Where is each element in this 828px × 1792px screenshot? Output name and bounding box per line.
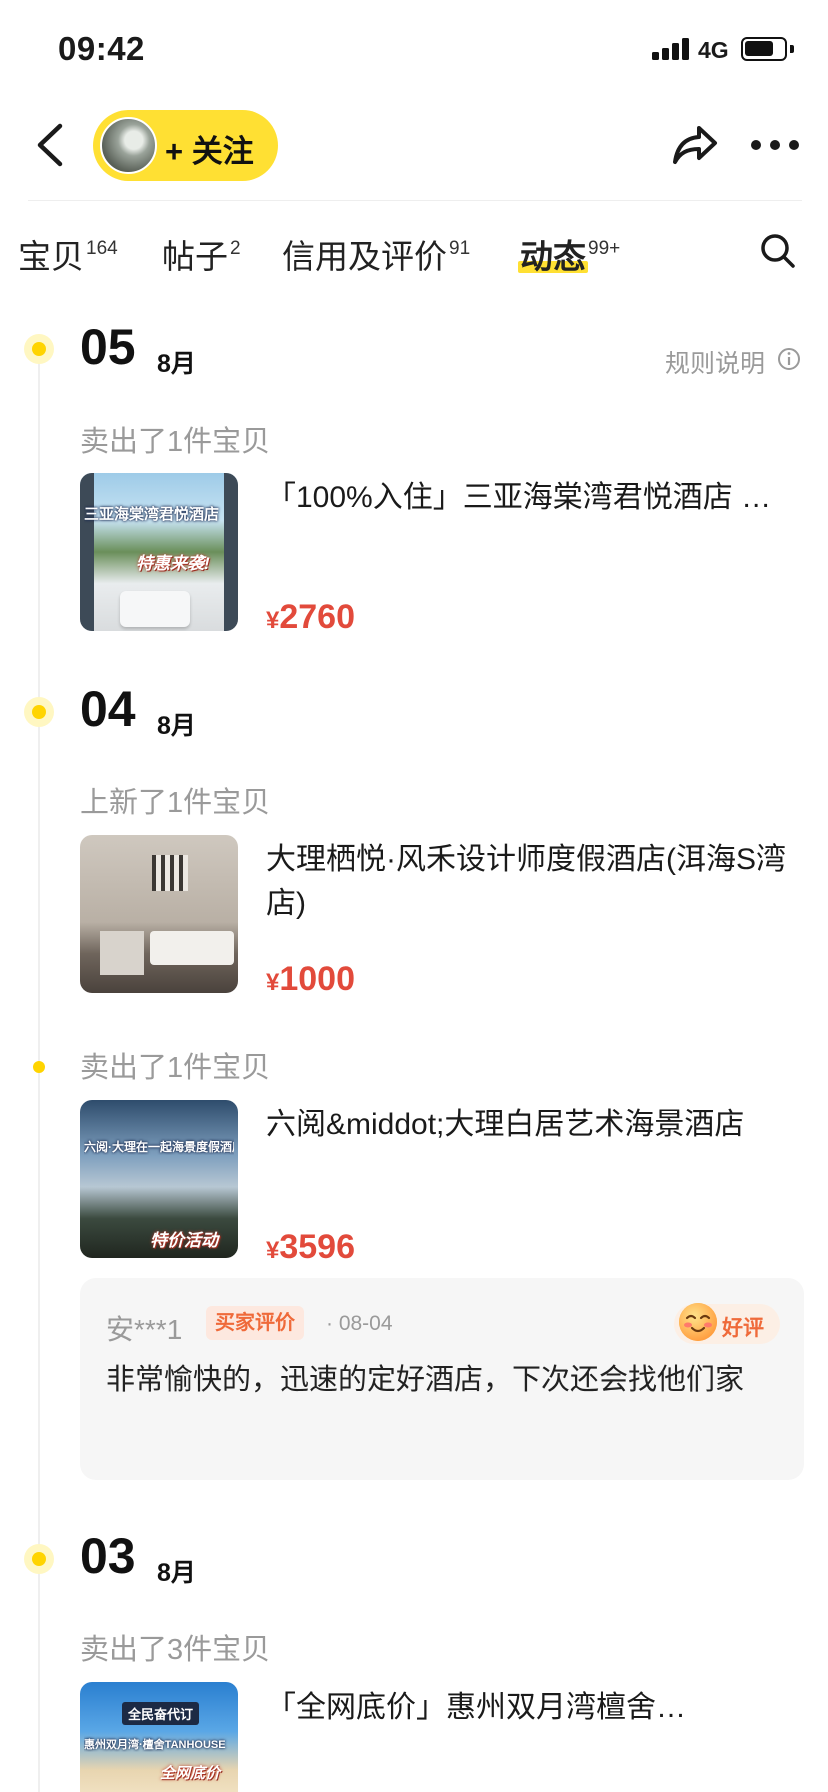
status-bar: 09:42 4G [0, 0, 828, 100]
review-tag: 买家评价 [206, 1306, 304, 1340]
thumbnail-badge: 全网底价 [160, 1765, 221, 1782]
review-date: · 08-04 [326, 1312, 393, 1335]
tab-count: 2 [230, 238, 241, 259]
date-month: 8月 [157, 712, 196, 740]
tab-label: 动态 [520, 238, 586, 275]
signal-icon [652, 38, 690, 60]
tab-count: 164 [86, 238, 118, 259]
rules-link[interactable]: 规则说明 [665, 344, 765, 380]
tab-posts[interactable]: 帖子 2 [162, 230, 241, 278]
share-icon[interactable] [671, 122, 719, 168]
price-currency: ¥ [266, 969, 280, 996]
header: + 关注 [0, 100, 828, 200]
date-day: 03 [80, 1528, 136, 1584]
date-month: 8月 [157, 1559, 196, 1587]
timeline-dot [24, 334, 54, 364]
battery-icon [741, 37, 787, 61]
price-currency: ¥ [266, 1237, 280, 1264]
product-thumbnail[interactable]: 六阅·大理在一起海景度假酒店 特价活动 [80, 1100, 238, 1258]
follow-label: + 关注 [165, 134, 254, 169]
date-day: 05 [80, 319, 136, 375]
price-value: 1000 [279, 960, 355, 998]
tab-activity[interactable]: 动态 99+ [520, 230, 828, 278]
event-label: 上新了1件宝贝 [80, 787, 271, 819]
thumbnail-caption: 六阅·大理在一起海景度假酒店 [84, 1140, 234, 1154]
item-title[interactable]: 「100%入住」三亚海棠湾君悦酒店 … [266, 476, 810, 520]
info-icon[interactable] [777, 347, 801, 371]
date-month: 8月 [157, 350, 196, 378]
item-title[interactable]: 六阅&middot;大理白居艺术海景酒店 [266, 1103, 810, 1147]
item-price: ¥2760 [266, 598, 355, 637]
tab-reviews[interactable]: 信用及评价 91 [282, 230, 470, 278]
product-thumbnail[interactable]: 三亚海棠湾君悦酒店 特惠来袭! [80, 473, 238, 631]
product-thumbnail[interactable]: 全民奋代订 惠州双月湾·檀舍TANHOUSE 全网底价 [80, 1682, 238, 1792]
thumbnail-caption: 三亚海棠湾君悦酒店 [84, 506, 220, 523]
smile-face-icon [679, 1303, 717, 1341]
follow-button[interactable]: + 关注 [93, 110, 278, 181]
item-price: ¥3596 [266, 1228, 355, 1267]
back-arrow-icon[interactable] [32, 122, 72, 168]
timeline-dot [24, 1544, 54, 1574]
battery-cap [790, 45, 794, 53]
rating-badge: 好评 [674, 1303, 780, 1344]
event-label: 卖出了3件宝贝 [80, 1634, 271, 1666]
tab-label: 宝贝 [18, 238, 84, 275]
timeline-dot [24, 697, 54, 727]
timeline-dot [33, 1061, 45, 1073]
item-price: ¥1000 [266, 960, 355, 999]
tab-count: 91 [449, 238, 471, 259]
avatar[interactable] [100, 117, 157, 174]
price-currency: ¥ [266, 607, 280, 634]
event-label: 卖出了1件宝贝 [80, 426, 271, 458]
price-value: 2760 [279, 598, 355, 636]
status-time: 09:42 [58, 30, 145, 67]
thumbnail-badge: 特价活动 [150, 1231, 218, 1250]
tab-items[interactable]: 宝贝 164 [18, 230, 118, 278]
tab-bar: 宝贝 164 帖子 2 信用及评价 91 动态 99+ [0, 210, 828, 290]
rating-label: 好评 [722, 1317, 764, 1340]
thumbnail-badge: 特惠来袭! [136, 554, 210, 573]
item-title[interactable]: 大理栖悦·风禾设计师度假酒店(洱海S湾店) [266, 838, 810, 926]
tab-count: 99+ [588, 238, 621, 259]
more-icon[interactable] [751, 138, 799, 152]
date-day: 04 [80, 681, 136, 737]
network-label: 4G [698, 37, 729, 63]
price-value: 3596 [279, 1228, 355, 1266]
thumbnail-caption: 全民奋代订 [122, 1702, 200, 1725]
review-text: 非常愉快的，迅速的定好酒店，下次还会找他们家 [106, 1364, 745, 1396]
divider [28, 200, 802, 201]
reviewer-name: 安***1 [106, 1314, 183, 1345]
review-card[interactable]: 安***1 买家评价 · 08-04 好评 非常愉快的，迅速的定好酒店，下次还会… [80, 1278, 804, 1480]
tab-label: 信用及评价 [282, 238, 447, 275]
tab-label: 帖子 [162, 238, 228, 275]
product-thumbnail[interactable] [80, 835, 238, 993]
item-title[interactable]: 「全网底价」惠州双月湾檀舍… [266, 1686, 810, 1730]
thumbnail-caption: 惠州双月湾·檀舍TANHOUSE [84, 1739, 226, 1751]
event-label: 卖出了1件宝贝 [80, 1052, 271, 1084]
